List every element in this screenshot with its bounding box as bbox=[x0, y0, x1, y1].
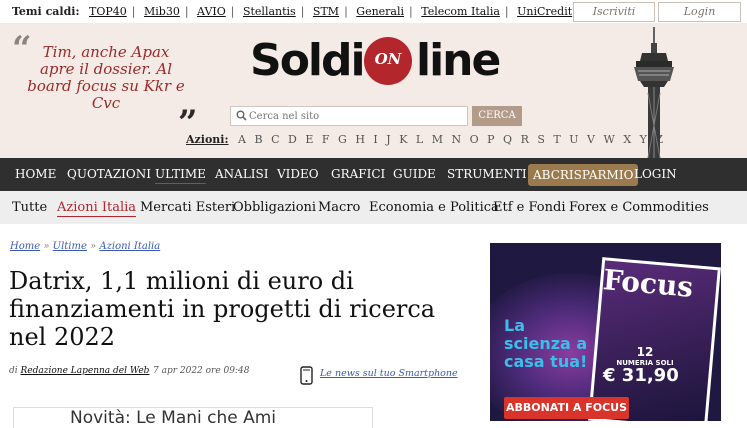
divider: | bbox=[300, 5, 305, 18]
hot-topic-link[interactable]: Mib30 bbox=[144, 5, 180, 18]
divider: | bbox=[409, 5, 413, 18]
letter-link[interactable]: P bbox=[487, 133, 494, 146]
hot-topic-link[interactable]: STM bbox=[313, 5, 339, 18]
login-button[interactable]: Login bbox=[658, 2, 741, 22]
letter-link[interactable]: W bbox=[604, 133, 615, 146]
subnav-item-azioni-italia[interactable]: Azioni Italia bbox=[57, 191, 136, 224]
breadcrumb: Home » Ultime » Azioni Italia bbox=[10, 241, 161, 252]
subnav-item-macro[interactable]: Macro bbox=[318, 191, 360, 224]
subnav-item-mercati-esteri[interactable]: Mercati Esteri bbox=[140, 191, 235, 224]
author-link[interactable]: Redazione Lapenna del Web bbox=[21, 366, 150, 376]
nav-item-login[interactable]: LOGIN bbox=[634, 158, 677, 191]
register-button[interactable]: Iscriviti bbox=[573, 2, 655, 22]
letter-link[interactable]: R bbox=[521, 133, 529, 146]
divider: | bbox=[230, 5, 235, 18]
ad-slogan: La scienza a casa tua! bbox=[504, 316, 588, 371]
letter-link[interactable]: D bbox=[288, 133, 297, 146]
nav-item-abcrisparmio[interactable]: ABCRISPARMIO bbox=[528, 164, 639, 186]
letter-link[interactable]: M bbox=[432, 133, 443, 146]
nav-item-grafici[interactable]: GRAFICI bbox=[331, 158, 385, 191]
letter-link[interactable]: C bbox=[271, 133, 279, 146]
main-nav: HOME QUOTAZIONI ULTIME ANALISI VIDEO GRA… bbox=[0, 158, 747, 191]
search-button[interactable]: CERCA bbox=[472, 106, 522, 126]
ad-price: € 31,90 bbox=[603, 365, 679, 386]
letter-link[interactable]: Q bbox=[503, 133, 512, 146]
logo-text-middle: ON bbox=[374, 50, 402, 68]
subnav-item-economia-politica[interactable]: Economia e Politica bbox=[369, 191, 499, 224]
letter-link[interactable]: S bbox=[537, 133, 545, 146]
breadcrumb-link[interactable]: Home bbox=[10, 241, 40, 252]
breadcrumb-link[interactable]: Ultime bbox=[53, 241, 87, 252]
ad-issues: 12 NUMERIA SOLI bbox=[610, 345, 680, 367]
subnav-item-etf-fondi[interactable]: Etf e Fondi bbox=[493, 191, 565, 224]
hot-topic-link[interactable]: Telecom Italia bbox=[421, 5, 500, 18]
search-input[interactable] bbox=[249, 107, 459, 125]
divider: | bbox=[344, 5, 348, 18]
sub-nav: Tutte Azioni Italia Mercati Esteri Obbli… bbox=[0, 191, 747, 224]
nav-item-video[interactable]: VIDEO bbox=[277, 158, 319, 191]
breadcrumb-link[interactable]: Azioni Italia bbox=[99, 241, 160, 252]
stock-index: Azioni: A B C D E F G H I J K L M N O P … bbox=[186, 133, 668, 146]
letter-link[interactable]: N bbox=[451, 133, 461, 146]
letter-link[interactable]: A bbox=[238, 133, 246, 146]
letter-link[interactable]: K bbox=[399, 133, 407, 146]
site-header: “ Tim, anche Apax apre il dossier. Al bo… bbox=[0, 23, 747, 158]
search-icon bbox=[236, 110, 247, 121]
divider: | bbox=[504, 5, 509, 18]
logo-text-left: Soldi bbox=[250, 35, 366, 86]
article-date: 7 apr 2022 ore 09:48 bbox=[153, 366, 250, 376]
letter-link[interactable]: T bbox=[553, 133, 560, 146]
article-title: Datrix, 1,1 milioni di euro di finanziam… bbox=[9, 267, 436, 351]
letter-link[interactable]: U bbox=[569, 133, 578, 146]
hot-topic-link[interactable]: Generali bbox=[356, 5, 404, 18]
mobile-news-link[interactable]: Le news sul tuo Smartphone bbox=[320, 368, 458, 379]
milan-tower-illustration bbox=[634, 27, 674, 158]
smartphone-icon bbox=[300, 366, 313, 385]
teaser-headline[interactable]: Tim, anche Apax apre il dossier. Al boar… bbox=[26, 44, 186, 112]
promo-banner[interactable]: Novità: Le Mani che Ami bbox=[13, 407, 373, 428]
nav-item-strumenti[interactable]: STRUMENTI bbox=[447, 158, 527, 191]
letter-link[interactable]: O bbox=[470, 133, 479, 146]
nav-item-guide[interactable]: GUIDE bbox=[393, 158, 436, 191]
subnav-item-forex-commodities[interactable]: Forex e Commodities bbox=[569, 191, 709, 224]
letter-link[interactable]: H bbox=[355, 133, 365, 146]
letter-link[interactable]: F bbox=[322, 133, 330, 146]
author-prefix: di bbox=[9, 366, 18, 376]
stock-index-label: Azioni: bbox=[186, 133, 229, 146]
letter-link[interactable]: E bbox=[305, 133, 313, 146]
hot-topic-link[interactable]: AVIO bbox=[197, 5, 226, 18]
subscribe-button[interactable]: ABBONATI A FOCUS bbox=[504, 397, 629, 419]
promo-text: Novità: Le Mani che Ami bbox=[70, 408, 277, 428]
letter-link[interactable]: B bbox=[255, 133, 263, 146]
subnav-item-obbligazioni[interactable]: Obbligazioni bbox=[233, 191, 316, 224]
hot-topic-link[interactable]: TOP40 bbox=[89, 5, 127, 18]
nav-item-ultime[interactable]: ULTIME bbox=[155, 158, 206, 191]
ad-issues-count: 12 bbox=[636, 345, 654, 359]
nav-item-analisi[interactable]: ANALISI bbox=[215, 158, 269, 191]
search-box bbox=[230, 106, 468, 126]
hot-topics: Temi caldi: TOP40 | Mib30 | AVIO | Stellant… bbox=[12, 5, 574, 18]
nav-item-quotazioni[interactable]: QUOTAZIONI bbox=[67, 158, 151, 191]
letter-link[interactable]: J bbox=[386, 133, 390, 146]
hot-topic-link[interactable]: UniCredit bbox=[517, 5, 572, 18]
nav-item-home[interactable]: HOME bbox=[15, 158, 56, 191]
logo-ball: ON bbox=[364, 37, 412, 85]
top-bar: Temi caldi: TOP40 | Mib30 | AVIO | Stellant… bbox=[0, 0, 747, 23]
letter-link[interactable]: I bbox=[373, 133, 377, 146]
logo-text-right: line bbox=[416, 35, 501, 86]
divider: | bbox=[131, 5, 136, 18]
article-author: di Redazione Lapenna del Web bbox=[9, 366, 149, 376]
letter-link[interactable]: G bbox=[338, 133, 347, 146]
focus-advertisement[interactable]: Focus La scienza a casa tua! 12 NUMERIA … bbox=[490, 243, 721, 421]
hot-topic-link[interactable]: Stellantis bbox=[243, 5, 296, 18]
divider: | bbox=[184, 5, 189, 18]
letter-link[interactable]: V bbox=[587, 133, 595, 146]
subnav-item-tutte[interactable]: Tutte bbox=[12, 191, 47, 224]
hot-topics-label: Temi caldi: bbox=[12, 5, 80, 18]
letter-link[interactable]: L bbox=[416, 133, 423, 146]
